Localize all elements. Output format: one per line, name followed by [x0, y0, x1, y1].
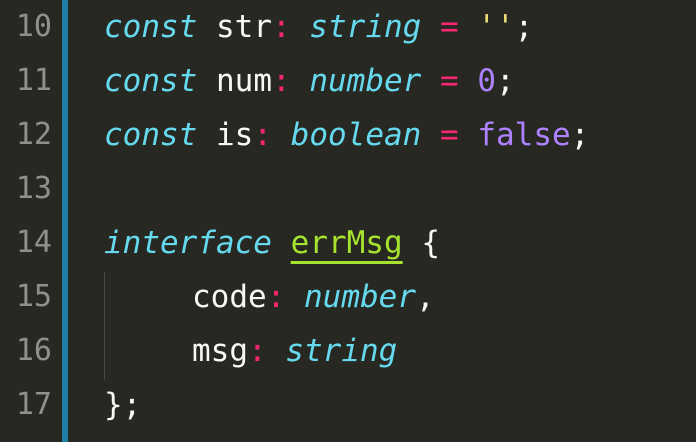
identifier-token: is	[216, 117, 254, 153]
colon-token: :	[272, 9, 291, 45]
interface-name-token: errMsg	[290, 225, 403, 261]
type-token: string	[285, 333, 398, 369]
semicolon-token: ;	[514, 9, 534, 45]
line-number: 15	[15, 279, 52, 314]
colon-token: :	[253, 117, 272, 153]
keyword-token: const	[104, 117, 198, 153]
code-line-12[interactable]: const is: boolean = false;	[104, 108, 589, 162]
line-number: 16	[15, 333, 52, 368]
line-number: 13	[15, 171, 52, 206]
type-token: number	[304, 279, 416, 315]
operator-token: =	[440, 117, 459, 153]
operator-token: =	[440, 63, 459, 99]
property-token: msg	[192, 333, 248, 369]
code-line-15[interactable]: code: number,	[104, 270, 435, 324]
gutter-accent-bar	[62, 0, 68, 442]
colon-token: :	[272, 63, 291, 99]
code-editor[interactable]: 10 11 12 13 14 15 16 17 const str: strin…	[0, 0, 696, 442]
line-number: 12	[15, 117, 52, 152]
code-line-16[interactable]: msg: string	[104, 324, 397, 378]
line-number-gutter: 10 11 12 13 14 15 16 17	[0, 0, 62, 442]
type-token: string	[309, 9, 422, 45]
code-line-10[interactable]: const str: string = '';	[104, 0, 533, 54]
comma-token: ,	[415, 279, 435, 315]
keyword-token: const	[104, 9, 198, 45]
code-line-11[interactable]: const num: number = 0;	[104, 54, 515, 108]
line-number: 14	[15, 225, 52, 260]
semicolon-token: ;	[496, 63, 515, 99]
type-token: number	[309, 63, 422, 99]
code-line-17[interactable]: };	[104, 378, 141, 432]
operator-token: =	[440, 9, 459, 45]
property-token: code	[192, 279, 267, 315]
type-token: boolean	[290, 117, 422, 153]
string-literal-token: ''	[477, 9, 515, 45]
line-number: 10	[15, 9, 52, 44]
line-number: 11	[15, 63, 52, 98]
semicolon-token: ;	[570, 117, 590, 153]
code-line-14[interactable]: interface errMsg {	[104, 216, 440, 270]
boolean-literal-token: false	[477, 117, 571, 153]
brace-token: {	[421, 225, 440, 261]
keyword-token: interface	[104, 225, 272, 261]
identifier-token: str	[216, 9, 272, 45]
colon-token: :	[248, 333, 267, 369]
number-literal-token: 0	[477, 63, 497, 99]
closing-brace-token: };	[104, 387, 142, 423]
identifier-token: num	[216, 63, 272, 99]
colon-token: :	[266, 279, 286, 315]
line-number: 17	[15, 387, 52, 422]
keyword-token: const	[104, 63, 198, 99]
